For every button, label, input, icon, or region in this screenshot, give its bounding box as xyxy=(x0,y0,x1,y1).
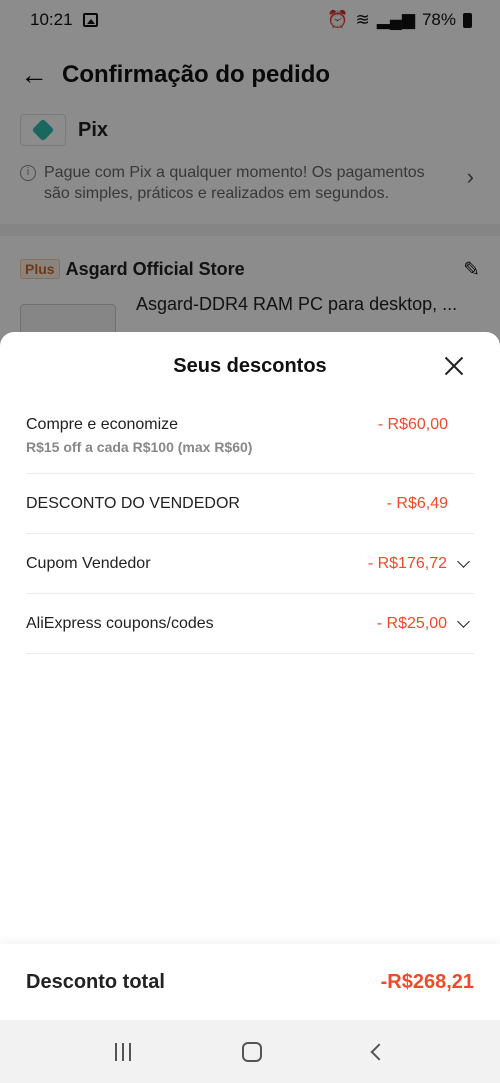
total-discount-bar: Desconto total -R$268,21 xyxy=(0,944,500,1020)
total-discount-label: Desconto total xyxy=(26,970,165,993)
discounts-sheet: Seus descontos Compre e economize R$15 o… xyxy=(0,332,500,1020)
recent-apps-icon[interactable] xyxy=(115,1042,132,1061)
home-icon[interactable] xyxy=(241,1041,262,1062)
chevron-down-icon[interactable] xyxy=(457,554,470,568)
discount-value: - R$25,00 xyxy=(376,614,447,632)
back-nav-icon[interactable] xyxy=(370,1043,388,1060)
discount-row-expandable[interactable]: AliExpress coupons/codes - R$25,00 xyxy=(26,594,474,654)
chevron-down-icon[interactable] xyxy=(457,614,470,628)
discount-label: DESCONTO DO VENDEDOR xyxy=(26,494,240,512)
discount-row: DESCONTO DO VENDEDOR - R$6,49 xyxy=(26,474,474,534)
discount-value: - R$60,00 xyxy=(377,416,448,433)
close-icon[interactable] xyxy=(444,356,464,376)
discount-row: Compre e economize R$15 off a cada R$100… xyxy=(26,400,474,474)
total-discount-value: -R$268,21 xyxy=(380,970,474,993)
discount-row-expandable[interactable]: Cupom Vendedor - R$176,72 xyxy=(26,534,474,594)
discount-value: - R$176,72 xyxy=(367,554,447,572)
discount-label: Cupom Vendedor xyxy=(26,554,151,572)
sheet-header: Seus descontos xyxy=(0,332,500,400)
discount-sublabel: R$15 off a cada R$100 (max R$60) xyxy=(26,439,253,455)
sheet-title: Seus descontos xyxy=(173,354,327,377)
system-nav-bar xyxy=(0,1020,500,1083)
discount-value: - R$6,49 xyxy=(386,494,448,512)
discount-label: AliExpress coupons/codes xyxy=(26,614,214,632)
discount-label: Compre e economize xyxy=(26,416,179,433)
